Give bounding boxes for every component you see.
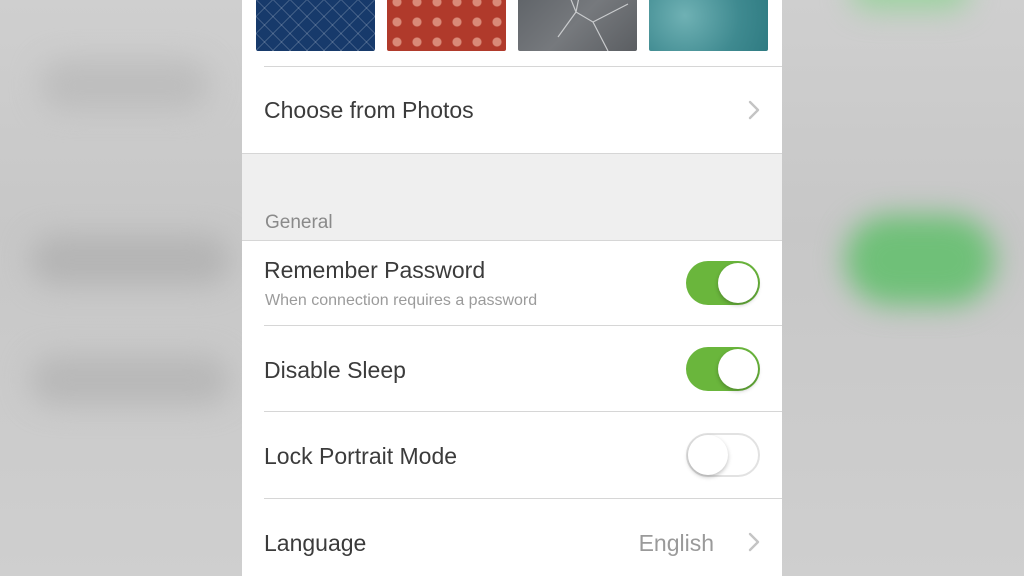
wallpaper-red-polka-dots[interactable] (387, 0, 506, 51)
disable-sleep-label: Disable Sleep (264, 357, 406, 383)
section-header: General (265, 212, 333, 233)
disable-sleep-toggle[interactable] (686, 347, 760, 391)
lock-portrait-row: Lock Portrait Mode (242, 412, 782, 498)
crack-lines (557, 0, 629, 51)
blurred-toggle (850, 0, 970, 10)
choose-from-photos-row[interactable]: Choose from Photos (242, 67, 782, 153)
remember-password-toggle[interactable] (686, 261, 760, 305)
blurred-shape (40, 60, 210, 110)
lock-portrait-label: Lock Portrait Mode (264, 443, 458, 469)
chevron-right-icon (748, 532, 760, 552)
wallpaper-water-texture[interactable] (649, 0, 768, 51)
toggle-knob (718, 263, 758, 303)
language-row[interactable]: Language English (242, 499, 782, 576)
toggle-knob (718, 349, 758, 389)
section-general: General (242, 153, 782, 241)
toggle-knob (688, 435, 728, 475)
wallpaper-cracked-grey[interactable] (518, 0, 637, 51)
language-value: English (638, 530, 714, 556)
settings-panel: Choose from Photos General Remember Pass… (242, 0, 782, 576)
remember-password-label: Remember Password (264, 257, 486, 283)
blurred-shape (30, 235, 230, 285)
wallpaper-picker (242, 0, 782, 66)
lock-portrait-toggle[interactable] (686, 433, 760, 477)
remember-password-row: Remember Password When connection requir… (242, 240, 782, 325)
disable-sleep-row: Disable Sleep (242, 326, 782, 411)
wallpaper-blue-pattern[interactable] (256, 0, 375, 51)
blurred-toggle (845, 215, 995, 305)
remember-password-subtitle: When connection requires a password (265, 292, 538, 309)
choose-from-photos-label: Choose from Photos (264, 97, 474, 123)
language-label: Language (264, 530, 367, 556)
chevron-right-icon (748, 100, 760, 120)
blurred-shape (30, 355, 230, 405)
